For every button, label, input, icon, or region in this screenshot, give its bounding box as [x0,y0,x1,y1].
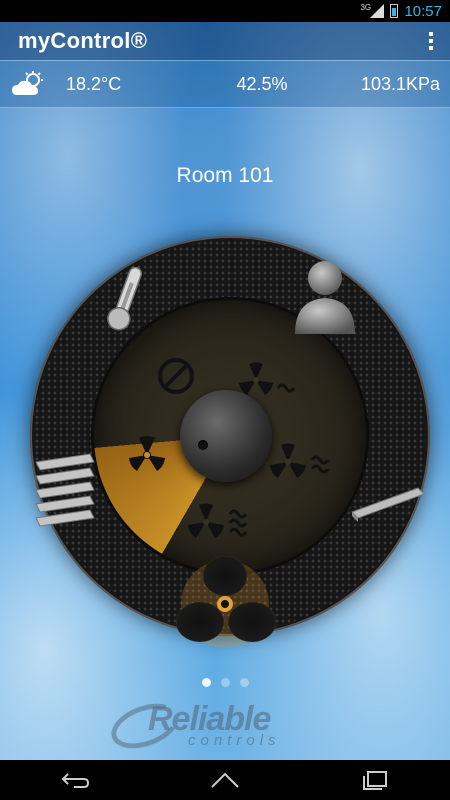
mode-off-icon[interactable] [156,356,196,396]
dial-knob[interactable] [180,390,272,482]
recent-apps-button[interactable] [345,760,405,800]
room-title: Room 101 [176,164,274,187]
fan-mode-dial[interactable] [30,236,430,648]
back-button[interactable] [45,760,105,800]
app-title: myControl® [18,28,148,53]
status-bar: 3G 10:57 [0,0,450,22]
clock: 10:57 [404,2,442,20]
back-icon [61,773,90,788]
brand-sub: controls [188,732,281,749]
mode-fan-high-icon[interactable] [264,438,348,486]
occupant-icon[interactable] [292,258,358,341]
navigation-bar [0,760,450,800]
home-button[interactable] [195,760,255,800]
partly-cloudy-icon [12,71,46,97]
damper-icon[interactable] [348,482,428,527]
page-dot [239,678,249,687]
mode-fan-auto-icon[interactable] [182,496,272,546]
pressure-value: 103.1KPa [360,73,441,94]
page-dot [201,678,211,687]
home-icon [211,772,239,788]
overflow-menu-icon[interactable] [428,32,434,50]
humidity-value: 42.5% [236,73,288,94]
temperature-value: 18.2°C [66,73,122,94]
recent-apps-icon [363,771,387,790]
mode-fan-low-icon[interactable] [122,430,172,480]
weather-bar: 18.2°C 42.5% 103.1KPa [0,60,450,108]
battery-icon [390,4,399,18]
louver-icon[interactable] [30,452,100,533]
action-bar: myControl® [0,22,450,60]
thermometer-icon[interactable] [104,262,148,341]
brand-logo: Reliable controls [105,695,350,757]
signal-icon: 3G [360,3,385,18]
page-indicator [0,678,450,687]
network-type: 3G [360,3,372,12]
fan-icon[interactable] [170,552,280,653]
page-dot [220,678,230,687]
